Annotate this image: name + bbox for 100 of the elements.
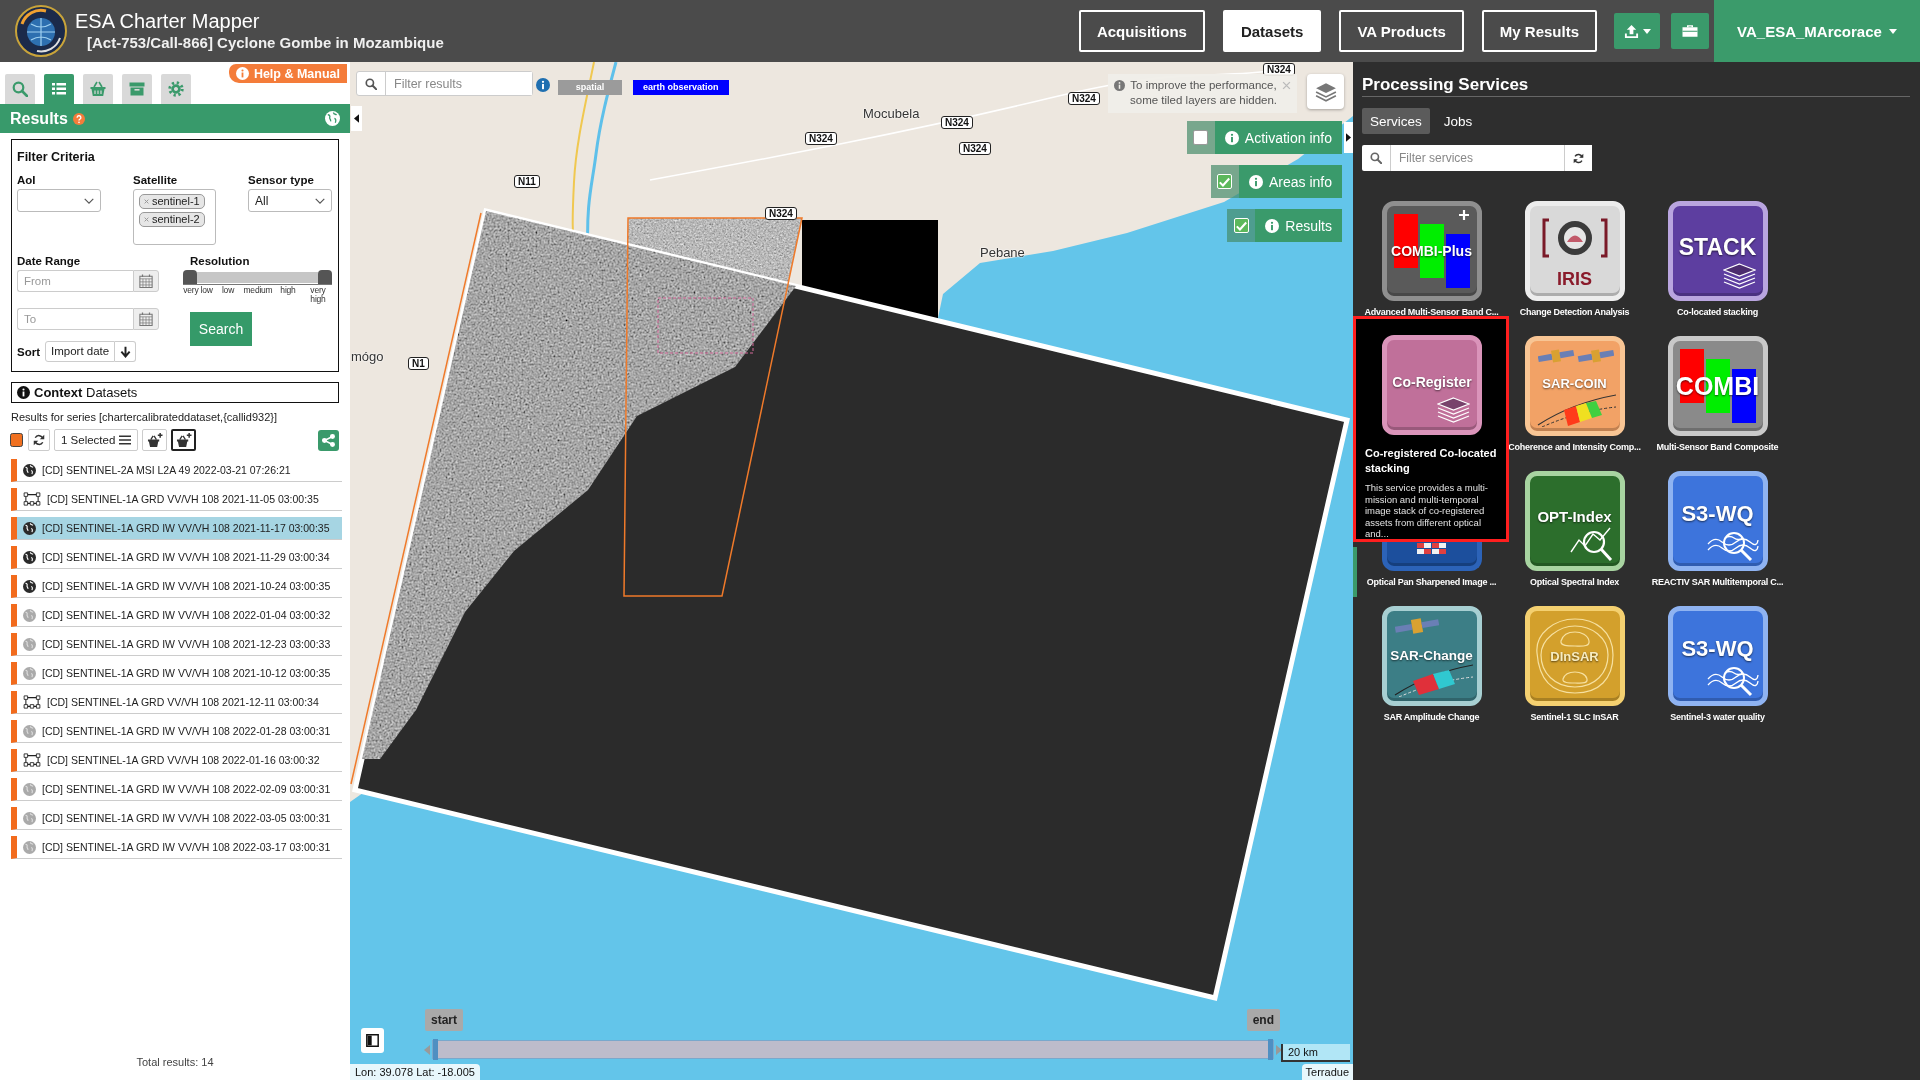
result-item[interactable]: [CD] SENTINEL-1A GRD VV/VH 108 2022-01-16 03:00:32: [11, 749, 342, 772]
basket-plus-icon: [146, 432, 163, 448]
sidebar-tab[interactable]: [122, 74, 152, 104]
sort-direction-button[interactable]: [115, 341, 137, 362]
calendar-button[interactable]: [133, 270, 159, 292]
refresh-button[interactable]: [1564, 145, 1592, 171]
scale-bar: 20 km: [1281, 1044, 1350, 1062]
service-tile[interactable]: SAR-Change: [1381, 606, 1482, 706]
info-icon: [536, 78, 550, 92]
range-handle[interactable]: [433, 1039, 438, 1060]
tick-label: medium: [243, 286, 273, 297]
result-item[interactable]: [CD] SENTINEL-1A GRD IW VV/VH 108 2022-02-09 03:00:31: [11, 778, 342, 801]
magnifier-waves-icon: [1706, 665, 1759, 697]
add-to-basket-button[interactable]: [171, 429, 197, 451]
upload-icon: [1623, 23, 1639, 39]
result-item[interactable]: [CD] SENTINEL-1A GRD IW VV/VH 108 2021-11-17 03:00:35: [11, 517, 342, 540]
filter-tag[interactable]: earth observation: [633, 80, 729, 95]
sidebar-tab[interactable]: [161, 74, 191, 104]
calendar-button[interactable]: [133, 308, 159, 330]
nav-button[interactable]: VA Products: [1339, 10, 1464, 52]
checkbox[interactable]: [1193, 130, 1209, 145]
caret-right-icon: [1346, 133, 1351, 142]
share-icon: [322, 433, 335, 447]
service-label: Coherence and Intensity Comp...: [1508, 441, 1641, 454]
collapse-panel-button[interactable]: [351, 106, 362, 131]
service-label: Co-located stacking: [1677, 306, 1758, 319]
check-icon: [1235, 220, 1247, 231]
share-button[interactable]: [318, 429, 339, 451]
expand-panel-button[interactable]: [1344, 122, 1353, 153]
service-tile[interactable]: [1381, 542, 1482, 571]
sidebar-tab[interactable]: [44, 74, 74, 104]
road-number: N324: [1068, 92, 1100, 105]
caret-left-icon: [424, 1044, 430, 1055]
panel-toggle-button[interactable]: [361, 1028, 384, 1053]
result-item[interactable]: [CD] SENTINEL-1A GRD VV/VH 108 2021-12-11 03:00:34: [11, 691, 342, 714]
cursor-coordinates: Lon: 39.078 Lat: -18.005: [350, 1064, 480, 1080]
result-item[interactable]: [CD] SENTINEL-1A GRD IW VV/VH 108 2022-03-05 03:00:31: [11, 807, 342, 830]
tick-label: very low: [183, 286, 213, 297]
panel-tab[interactable]: Jobs: [1435, 108, 1481, 134]
result-item[interactable]: [CD] SENTINEL-1A GRD IW VV/VH 108 2022-01-04 03:00:32: [11, 604, 342, 627]
slider-thumb[interactable]: [318, 270, 332, 284]
resolution-slider[interactable]: [183, 270, 332, 285]
caret-down-icon: [1642, 28, 1651, 34]
service-tile[interactable]: OPT-Index: [1524, 471, 1625, 571]
result-item[interactable]: [CD] SENTINEL-2A MSI L2A 49 2022-03-21 07:26:21: [11, 459, 342, 482]
timeline-end-label: end: [1246, 1009, 1280, 1031]
road-number: N1: [408, 357, 429, 370]
panel-tab[interactable]: Services: [1362, 108, 1430, 134]
search-field[interactable]: Filter results: [356, 71, 533, 96]
series-caption: Results for series [chartercalibrateddataset,{callid932}]: [11, 410, 278, 424]
magnifier-waves-icon: [1706, 530, 1759, 562]
date-from-field[interactable]: From: [17, 270, 133, 292]
date-to-field[interactable]: To: [17, 308, 133, 330]
service-label: Optical Spectral Index: [1530, 576, 1619, 589]
result-item[interactable]: [CD] SENTINEL-1A GRD IW VV/VH 108 2021-12-23 03:00:33: [11, 633, 342, 656]
search-button[interactable]: Search: [190, 312, 252, 346]
magnifier-chart-icon: [1569, 526, 1614, 562]
nav-button[interactable]: Acquisitions: [1078, 10, 1205, 52]
refresh-button[interactable]: [28, 429, 50, 451]
nav-button[interactable]: My Results: [1481, 10, 1597, 52]
help-icon: [72, 112, 85, 125]
briefcase-button[interactable]: [1671, 13, 1709, 49]
service-tile[interactable]: IRIS: [1524, 201, 1625, 301]
service-tile[interactable]: S3-WQ: [1667, 471, 1768, 571]
result-item[interactable]: [CD] SENTINEL-1A GRD IW VV/VH 108 2022-01-28 03:00:31: [11, 720, 342, 743]
result-item[interactable]: [CD] SENTINEL-1A GRD IW VV/VH 108 2021-10-24 03:00:35: [11, 575, 342, 598]
service-tile[interactable]: COMBI-Plus: [1381, 201, 1482, 301]
service-label: Multi-Sensor Band Composite: [1656, 441, 1779, 454]
sidebar-tab[interactable]: [83, 74, 113, 104]
nav-button[interactable]: Datasets: [1222, 10, 1322, 52]
info-icon: [1265, 218, 1280, 233]
service-tile[interactable]: COMBI: [1667, 336, 1768, 436]
search-field[interactable]: Filter services: [1362, 145, 1592, 171]
result-item[interactable]: [CD] SENTINEL-1A GRD IW VV/VH 108 2021-10-12 03:00:35: [11, 662, 342, 685]
aoi-select[interactable]: [17, 189, 101, 212]
chevron-down-icon: [315, 197, 325, 204]
sort-select[interactable]: Import date: [45, 341, 116, 362]
result-item[interactable]: [CD] SENTINEL-1A GRD IW VV/VH 108 2021-11-29 03:00:34: [11, 546, 342, 569]
timeline-track[interactable]: [432, 1040, 1274, 1059]
slider-thumb[interactable]: [183, 270, 197, 284]
result-item[interactable]: [CD] SENTINEL-1A GRD VV/VH 108 2021-11-05 03:00:35: [11, 488, 342, 511]
close-icon: [1282, 81, 1291, 90]
sensor-type-select[interactable]: All: [248, 189, 332, 212]
satellite-tag[interactable]: sentinel-1: [139, 194, 205, 209]
app-title: ESA Charter Mapper: [75, 9, 261, 33]
service-label: Sentinel-3 water quality: [1670, 711, 1765, 724]
sidebar-tab[interactable]: [5, 74, 35, 104]
range-handle[interactable]: [1268, 1039, 1273, 1060]
service-tile[interactable]: S3-WQ: [1667, 606, 1768, 706]
search-icon: [12, 81, 28, 97]
result-item[interactable]: [CD] SENTINEL-1A GRD IW VV/VH 108 2022-03-17 03:00:31: [11, 836, 342, 859]
selection-menu-button[interactable]: 1 Selected: [54, 429, 139, 451]
satellite-select[interactable]: sentinel-1 sentinel-2: [133, 189, 216, 245]
service-tile[interactable]: STACK: [1667, 201, 1768, 301]
upload-button[interactable]: [1614, 13, 1660, 49]
service-label: Advanced Multi-Sensor Band C...: [1364, 306, 1499, 319]
tooltip-description: This service provides a multi-mission and multi-temporal image stack of co-registered assets from different optical and...: [1365, 482, 1489, 540]
satellite-tag[interactable]: sentinel-2: [139, 212, 205, 227]
caret-down-icon: [1888, 28, 1897, 34]
layers-button[interactable]: [1307, 74, 1344, 109]
